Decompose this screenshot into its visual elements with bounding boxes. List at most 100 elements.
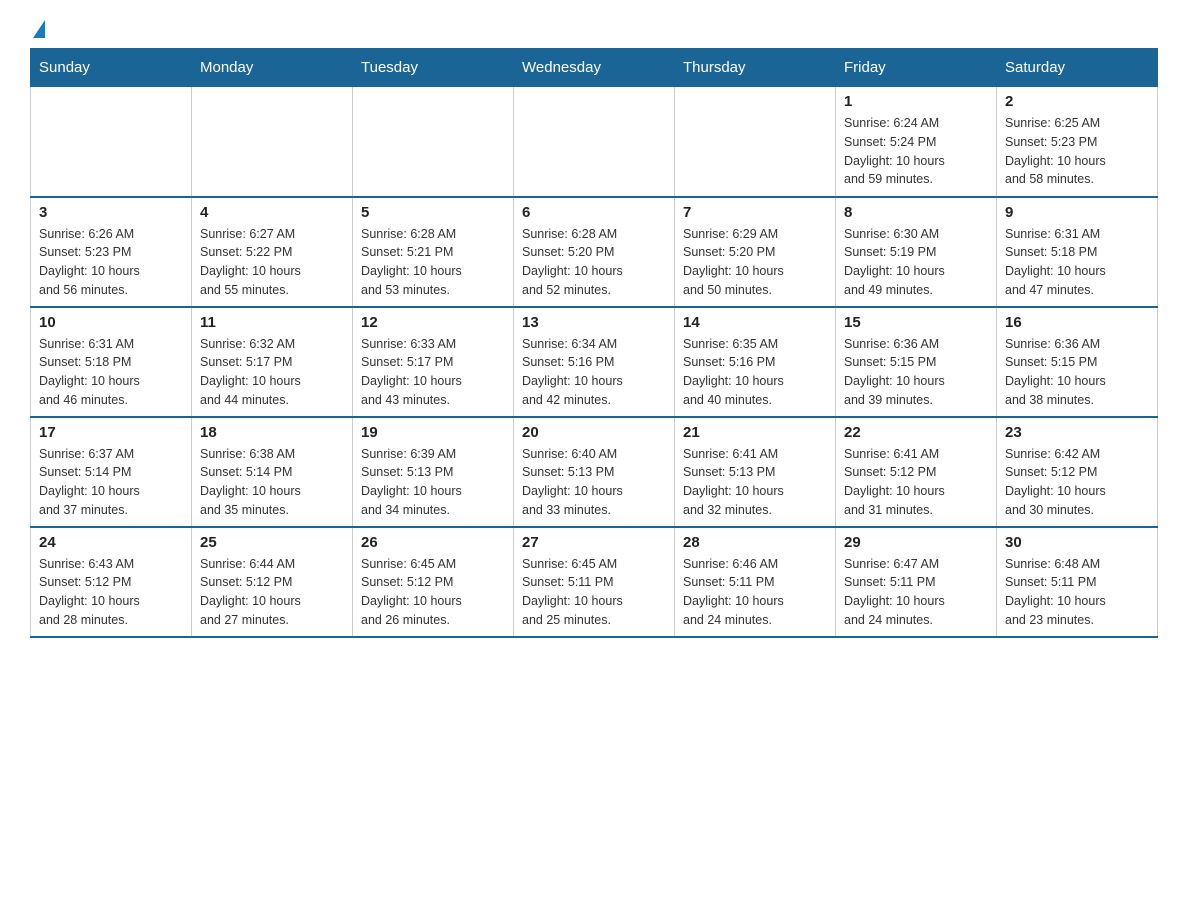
day-number: 20 [522,424,666,441]
day-number: 19 [361,424,505,441]
day-number: 1 [844,93,988,110]
day-info: Sunrise: 6:36 AMSunset: 5:15 PMDaylight:… [1005,335,1149,410]
calendar-cell: 17 Sunrise: 6:37 AMSunset: 5:14 PMDayligh… [31,417,192,527]
calendar-cell: 11 Sunrise: 6:32 AMSunset: 5:17 PMDayligh… [192,307,353,417]
day-info: Sunrise: 6:28 AMSunset: 5:20 PMDaylight:… [522,225,666,300]
calendar-cell: 14Sunrise: 6:35 AMSunset: 5:16 PMDayligh… [675,307,836,417]
day-number: 2 [1005,93,1149,110]
day-number: 30 [1005,534,1149,551]
weekday-header-thursday: Thursday [675,49,836,87]
calendar-cell: 6 Sunrise: 6:28 AMSunset: 5:20 PMDaylight… [514,197,675,307]
day-info: Sunrise: 6:30 AMSunset: 5:19 PMDaylight:… [844,225,988,300]
weekday-header-friday: Friday [836,49,997,87]
day-number: 23 [1005,424,1149,441]
calendar-cell: 9Sunrise: 6:31 AMSunset: 5:18 PMDaylight… [997,197,1158,307]
calendar-cell [675,87,836,197]
calendar-cell: 3 Sunrise: 6:26 AMSunset: 5:23 PMDaylight… [31,197,192,307]
day-info: Sunrise: 6:41 AMSunset: 5:12 PMDaylight:… [844,445,988,520]
calendar-week-5: 24 Sunrise: 6:43 AMSunset: 5:12 PMDayligh… [31,527,1158,637]
day-number: 22 [844,424,988,441]
calendar-cell [353,87,514,197]
calendar-cell: 8 Sunrise: 6:30 AMSunset: 5:19 PMDaylight… [836,197,997,307]
day-number: 8 [844,204,988,221]
day-info: Sunrise: 6:32 AMSunset: 5:17 PMDaylight:… [200,335,344,410]
calendar-week-3: 10 Sunrise: 6:31 AMSunset: 5:18 PMDayligh… [31,307,1158,417]
calendar-cell: 25Sunrise: 6:44 AMSunset: 5:12 PMDayligh… [192,527,353,637]
weekday-header-sunday: Sunday [31,49,192,87]
day-info: Sunrise: 6:38 AMSunset: 5:14 PMDaylight:… [200,445,344,520]
calendar-cell: 28 Sunrise: 6:46 AMSunset: 5:11 PMDayligh… [675,527,836,637]
day-info: Sunrise: 6:47 AMSunset: 5:11 PMDaylight:… [844,555,988,630]
calendar-table: SundayMondayTuesdayWednesdayThursdayFrid… [30,48,1158,638]
day-info: Sunrise: 6:31 AMSunset: 5:18 PMDaylight:… [1005,225,1149,300]
calendar-cell: 24 Sunrise: 6:43 AMSunset: 5:12 PMDayligh… [31,527,192,637]
day-number: 15 [844,314,988,331]
day-number: 24 [39,534,183,551]
calendar-cell: 21 Sunrise: 6:41 AMSunset: 5:13 PMDayligh… [675,417,836,527]
day-number: 12 [361,314,505,331]
calendar-cell [31,87,192,197]
day-info: Sunrise: 6:45 AMSunset: 5:11 PMDaylight:… [522,555,666,630]
day-number: 21 [683,424,827,441]
logo [30,20,45,38]
day-number: 26 [361,534,505,551]
calendar-cell: 1 Sunrise: 6:24 AMSunset: 5:24 PMDaylight… [836,87,997,197]
calendar-body: 1 Sunrise: 6:24 AMSunset: 5:24 PMDaylight… [31,87,1158,637]
day-info: Sunrise: 6:46 AMSunset: 5:11 PMDaylight:… [683,555,827,630]
day-info: Sunrise: 6:43 AMSunset: 5:12 PMDaylight:… [39,555,183,630]
calendar-week-1: 1 Sunrise: 6:24 AMSunset: 5:24 PMDaylight… [31,87,1158,197]
calendar-cell [192,87,353,197]
day-info: Sunrise: 6:24 AMSunset: 5:24 PMDaylight:… [844,114,988,189]
calendar-cell: 23 Sunrise: 6:42 AMSunset: 5:12 PMDayligh… [997,417,1158,527]
calendar-cell: 7 Sunrise: 6:29 AMSunset: 5:20 PMDaylight… [675,197,836,307]
calendar-cell: 27 Sunrise: 6:45 AMSunset: 5:11 PMDayligh… [514,527,675,637]
day-number: 17 [39,424,183,441]
day-number: 10 [39,314,183,331]
calendar-cell: 30 Sunrise: 6:48 AMSunset: 5:11 PMDayligh… [997,527,1158,637]
calendar-week-2: 3 Sunrise: 6:26 AMSunset: 5:23 PMDaylight… [31,197,1158,307]
calendar-cell: 4Sunrise: 6:27 AMSunset: 5:22 PMDaylight… [192,197,353,307]
weekday-header-row: SundayMondayTuesdayWednesdayThursdayFrid… [31,49,1158,87]
day-number: 13 [522,314,666,331]
day-info: Sunrise: 6:25 AMSunset: 5:23 PMDaylight:… [1005,114,1149,189]
day-number: 5 [361,204,505,221]
calendar-cell: 26 Sunrise: 6:45 AMSunset: 5:12 PMDayligh… [353,527,514,637]
day-number: 25 [200,534,344,551]
day-info: Sunrise: 6:34 AMSunset: 5:16 PMDaylight:… [522,335,666,410]
calendar-cell: 20 Sunrise: 6:40 AMSunset: 5:13 PMDayligh… [514,417,675,527]
calendar-cell: 18Sunrise: 6:38 AMSunset: 5:14 PMDayligh… [192,417,353,527]
weekday-header-tuesday: Tuesday [353,49,514,87]
day-info: Sunrise: 6:27 AMSunset: 5:22 PMDaylight:… [200,225,344,300]
day-number: 6 [522,204,666,221]
day-number: 7 [683,204,827,221]
day-info: Sunrise: 6:37 AMSunset: 5:14 PMDaylight:… [39,445,183,520]
page-header [30,20,1158,38]
calendar-cell: 10 Sunrise: 6:31 AMSunset: 5:18 PMDayligh… [31,307,192,417]
day-number: 11 [200,314,344,331]
day-number: 16 [1005,314,1149,331]
day-info: Sunrise: 6:42 AMSunset: 5:12 PMDaylight:… [1005,445,1149,520]
calendar-cell: 15Sunrise: 6:36 AMSunset: 5:15 PMDayligh… [836,307,997,417]
weekday-header-saturday: Saturday [997,49,1158,87]
calendar-cell: 19 Sunrise: 6:39 AMSunset: 5:13 PMDayligh… [353,417,514,527]
calendar-cell: 13 Sunrise: 6:34 AMSunset: 5:16 PMDayligh… [514,307,675,417]
calendar-week-4: 17 Sunrise: 6:37 AMSunset: 5:14 PMDayligh… [31,417,1158,527]
day-number: 27 [522,534,666,551]
day-number: 14 [683,314,827,331]
day-info: Sunrise: 6:29 AMSunset: 5:20 PMDaylight:… [683,225,827,300]
day-info: Sunrise: 6:33 AMSunset: 5:17 PMDaylight:… [361,335,505,410]
day-info: Sunrise: 6:41 AMSunset: 5:13 PMDaylight:… [683,445,827,520]
day-info: Sunrise: 6:28 AMSunset: 5:21 PMDaylight:… [361,225,505,300]
weekday-header-monday: Monday [192,49,353,87]
day-info: Sunrise: 6:31 AMSunset: 5:18 PMDaylight:… [39,335,183,410]
day-info: Sunrise: 6:26 AMSunset: 5:23 PMDaylight:… [39,225,183,300]
calendar-cell: 22 Sunrise: 6:41 AMSunset: 5:12 PMDayligh… [836,417,997,527]
day-info: Sunrise: 6:48 AMSunset: 5:11 PMDaylight:… [1005,555,1149,630]
day-info: Sunrise: 6:45 AMSunset: 5:12 PMDaylight:… [361,555,505,630]
day-info: Sunrise: 6:39 AMSunset: 5:13 PMDaylight:… [361,445,505,520]
day-number: 3 [39,204,183,221]
day-number: 28 [683,534,827,551]
calendar-cell [514,87,675,197]
calendar-cell: 12 Sunrise: 6:33 AMSunset: 5:17 PMDayligh… [353,307,514,417]
day-info: Sunrise: 6:40 AMSunset: 5:13 PMDaylight:… [522,445,666,520]
